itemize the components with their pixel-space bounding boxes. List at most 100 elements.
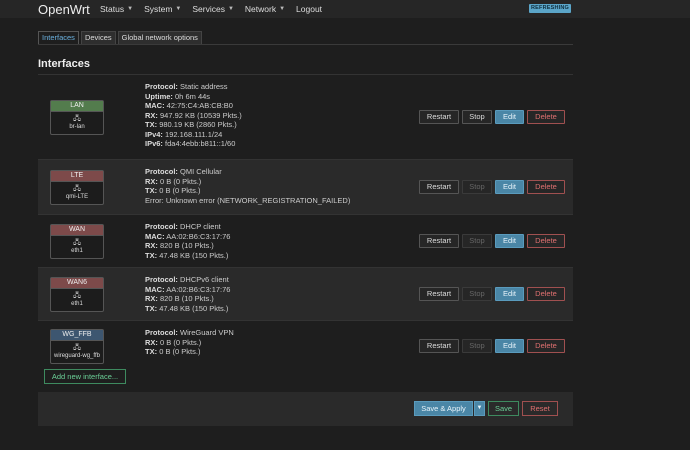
brand-logo[interactable]: OpenWrt (38, 2, 90, 17)
row-actions: Restart Stop Edit Delete (419, 110, 565, 124)
menu-status[interactable]: Status ▼ (100, 4, 133, 14)
info-line: RX: 820 B (10 Pkts.) (145, 241, 230, 251)
restart-button[interactable]: Restart (419, 287, 459, 301)
menu-services[interactable]: Services ▼ (192, 4, 234, 14)
interface-badge: LAN 🖧 br-lan (50, 100, 104, 135)
top-navbar: OpenWrt Status ▼ System ▼ Services ▼ Networ… (0, 0, 690, 18)
restart-button[interactable]: Restart (419, 180, 459, 194)
page-title: Interfaces (38, 58, 90, 70)
interface-name: WAN (51, 225, 103, 236)
tab-interfaces[interactable]: Interfaces (38, 31, 79, 44)
menu-logout[interactable]: Logout (296, 4, 322, 14)
interface-info: Protocol: DHCP client MAC: AA:02:B6:C3:17… (145, 222, 230, 260)
row-actions: Restart Stop Edit Delete (419, 234, 565, 248)
info-line: MAC: AA:02:B6:C3:17:76 (145, 232, 230, 242)
restart-button[interactable]: Restart (419, 110, 459, 124)
info-key: Protocol: (145, 328, 178, 337)
info-line: TX: 47.48 KB (150 Pkts.) (145, 251, 230, 261)
info-line: IPv4: 192.168.111.1/24 (145, 130, 242, 140)
interface-info: Protocol: Static address Uptime: 0h 6m 44… (145, 82, 242, 149)
info-key: Protocol: (145, 275, 178, 284)
caret-down-icon: ▼ (175, 6, 182, 12)
main-menu: Status ▼ System ▼ Services ▼ Network ▼ Logou… (100, 4, 322, 14)
tab-divider (38, 44, 573, 45)
edit-button[interactable]: Edit (495, 339, 524, 353)
info-key: RX: (145, 110, 158, 120)
info-key: IPv4: (145, 129, 163, 139)
edit-button[interactable]: Edit (495, 234, 524, 248)
delete-button[interactable]: Delete (527, 287, 565, 301)
save-button[interactable]: Save (488, 401, 519, 416)
info-key: Protocol: (145, 222, 178, 231)
info-key: TX: (145, 347, 158, 356)
interface-device: eth1 (71, 301, 83, 307)
stop-button[interactable]: Stop (462, 287, 492, 301)
delete-button[interactable]: Delete (527, 110, 565, 124)
info-key: RX: (145, 241, 158, 250)
info-key: TX: (145, 120, 158, 129)
save-apply-button[interactable]: Save & Apply (414, 401, 473, 416)
delete-button[interactable]: Delete (527, 180, 565, 194)
menu-system-label: System (144, 4, 173, 14)
info-value: 47.48 KB (150 Pkts.) (159, 250, 229, 260)
info-value: 0 B (0 Pkts.) (160, 176, 202, 186)
info-line: RX: 0 B (0 Pkts.) (145, 338, 234, 348)
edit-button[interactable]: Edit (495, 180, 524, 194)
info-line: TX: 0 B (0 Pkts.) (145, 186, 350, 196)
interface-info: Protocol: DHCPv6 client MAC: AA:02:B6:C3:… (145, 275, 230, 313)
info-line: Protocol: DHCP client (145, 222, 230, 232)
info-key: MAC: (145, 101, 165, 110)
info-key: Protocol: (145, 82, 178, 91)
info-key: TX: (145, 186, 158, 195)
info-value: fda4:4ebb:b811::1/60 (165, 139, 236, 148)
network-device-icon: 🖧 (73, 115, 81, 122)
network-device-icon: 🖧 (73, 239, 81, 246)
restart-button[interactable]: Restart (419, 339, 459, 353)
add-interface-button[interactable]: Add new interface... (44, 369, 126, 384)
stop-button[interactable]: Stop (462, 339, 492, 353)
menu-status-label: Status (100, 4, 125, 14)
stop-button[interactable]: Stop (462, 180, 492, 194)
interface-info: Protocol: QMI Cellular RX: 0 B (0 Pkts.) T… (145, 167, 350, 205)
tab-global-network-options[interactable]: Global network options (117, 31, 202, 44)
edit-button[interactable]: Edit (495, 287, 524, 301)
info-value: DHCPv6 client (180, 275, 229, 284)
info-value: 0 B (0 Pkts.) (159, 186, 201, 195)
info-line: RX: 0 B (0 Pkts.) (145, 177, 350, 187)
stop-button[interactable]: Stop (462, 234, 492, 248)
menu-logout-label: Logout (296, 4, 323, 14)
row-actions: Restart Stop Edit Delete (419, 339, 565, 353)
menu-services-label: Services (192, 4, 225, 14)
row-actions: Restart Stop Edit Delete (419, 287, 565, 301)
info-line: RX: 947.92 KB (10539 Pkts.) (145, 111, 242, 121)
interface-badge: WAN 🖧 eth1 (50, 224, 104, 259)
interface-badge: LTE 🖧 qmi-LTE (50, 170, 104, 205)
info-value: Static address (180, 82, 228, 91)
info-value: AA:02:B6:C3:17:76 (166, 284, 231, 294)
menu-network[interactable]: Network ▼ (245, 4, 285, 14)
stop-button[interactable]: Stop (462, 110, 492, 124)
info-value: 0 B (0 Pkts.) (160, 337, 202, 347)
restart-button[interactable]: Restart (419, 234, 459, 248)
delete-button[interactable]: Delete (527, 234, 565, 248)
interface-row-wg_ffb: WG_FFB 🖧 wireguard-wg_ffb Protocol: WireGua… (38, 320, 573, 371)
interfaces-table: LAN 🖧 br-lan Protocol: Static address Uptime… (38, 74, 573, 371)
caret-down-icon: ▼ (227, 6, 234, 12)
menu-system[interactable]: System ▼ (144, 4, 181, 14)
refreshing-badge[interactable]: REFRESHING (529, 4, 571, 13)
interface-name: LAN (51, 101, 103, 112)
interface-row-wan6: WAN6 🖧 eth1 Protocol: DHCPv6 client MAC: AA:… (38, 267, 573, 320)
info-key: MAC: (145, 284, 165, 294)
interface-name: LTE (51, 171, 103, 182)
interface-info: Protocol: WireGuard VPN RX: 0 B (0 Pkts.)… (145, 328, 234, 357)
network-device-icon: 🖧 (73, 185, 81, 192)
tab-devices[interactable]: Devices (80, 31, 116, 44)
edit-button[interactable]: Edit (495, 110, 524, 124)
info-line: Protocol: QMI Cellular (145, 167, 350, 177)
save-apply-dropdown-icon[interactable]: ▼ (474, 401, 485, 416)
interface-badge: WG_FFB 🖧 wireguard-wg_ffb (50, 329, 104, 364)
reset-button[interactable]: Reset (522, 401, 558, 416)
info-key: Uptime: (145, 91, 173, 101)
menu-network-label: Network (244, 4, 277, 14)
delete-button[interactable]: Delete (527, 339, 565, 353)
